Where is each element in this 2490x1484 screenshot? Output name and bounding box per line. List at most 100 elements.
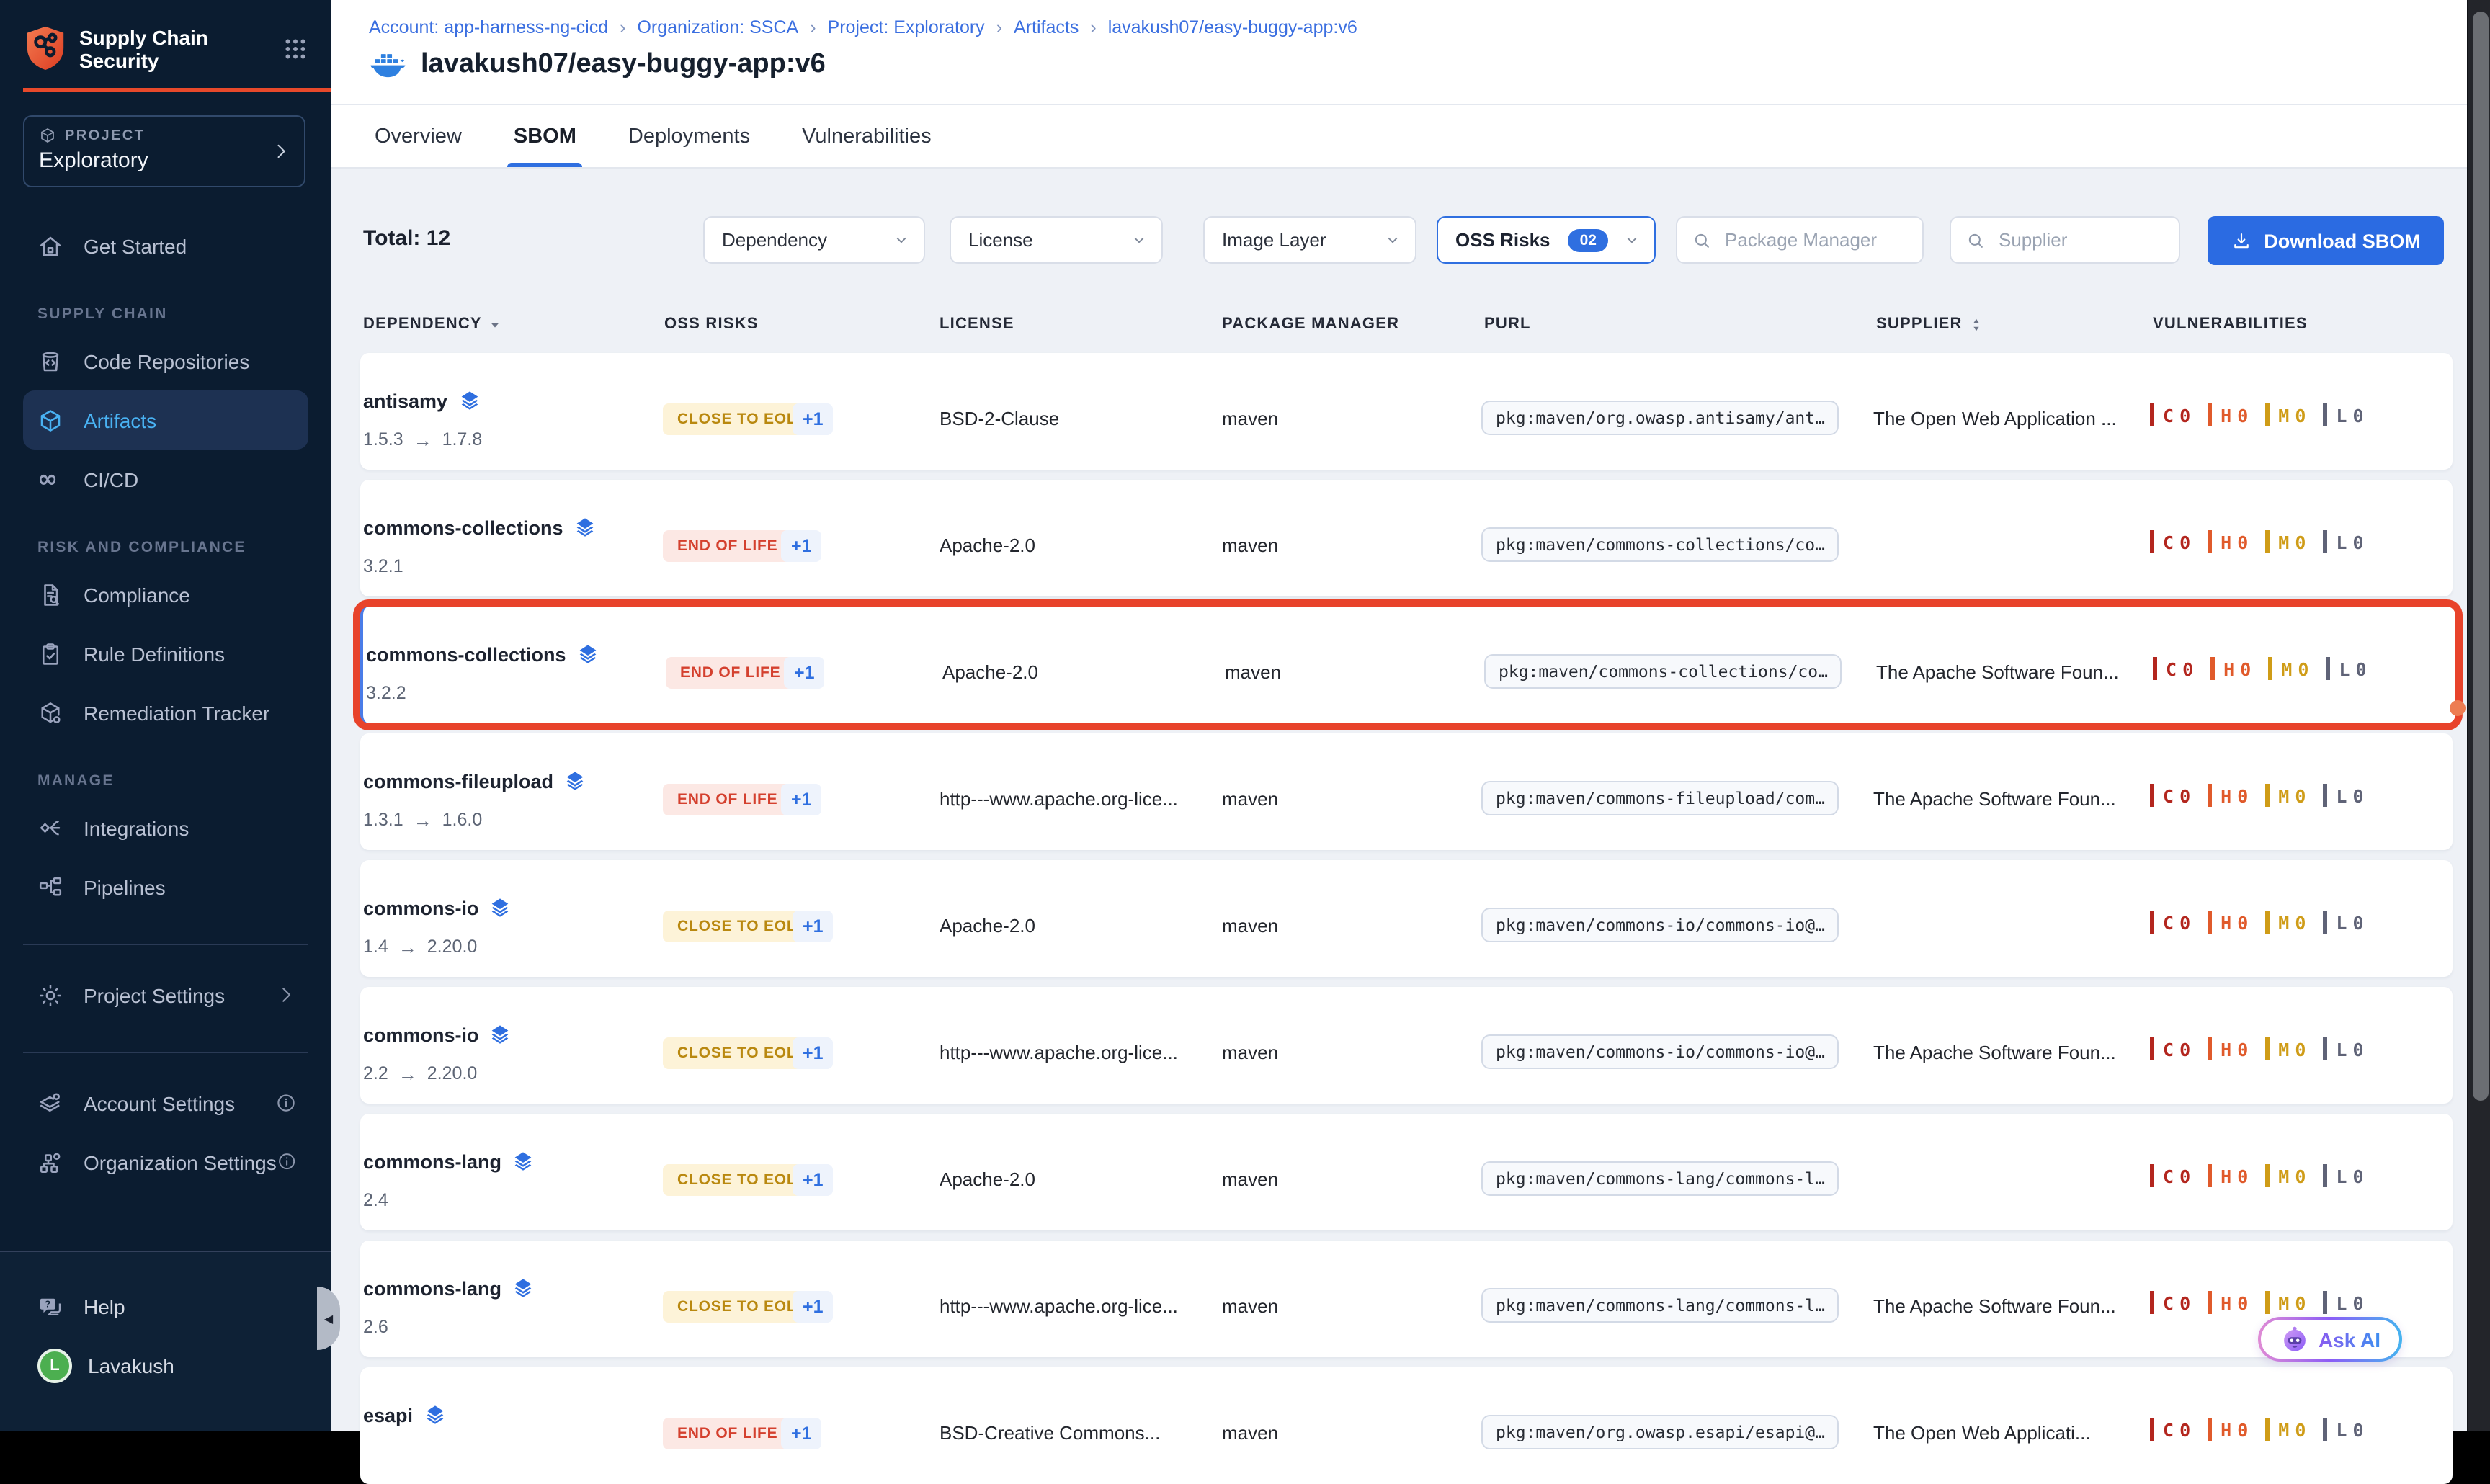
purl-pill[interactable]: pkg:maven/org.owasp.esapi/esapi@…: [1481, 1415, 1839, 1449]
sidebar-item-compliance[interactable]: Compliance: [23, 565, 308, 624]
sidebar-item-label: Artifacts: [84, 408, 297, 432]
purl-pill[interactable]: pkg:maven/org.owasp.antisamy/ant…: [1481, 401, 1839, 435]
table-row-antisamy-0[interactable]: antisamy1.5.3→1.7.8CLOSE TO EOL+1BSD-2-C…: [360, 353, 2453, 470]
oss-risk-badge: CLOSE TO EOL: [663, 403, 811, 435]
breadcrumb-link-1[interactable]: Organization: SSCA: [637, 17, 798, 37]
oss-risk-extra-badge[interactable]: +1: [793, 1164, 834, 1196]
breadcrumb-link-2[interactable]: Project: Exploratory: [828, 17, 985, 37]
sidebar-item-account-settings[interactable]: Account Settings: [23, 1073, 308, 1132]
sidebar-item-remediation-tracker[interactable]: Remediation Tracker: [23, 683, 308, 742]
table-row-commons-lang-7[interactable]: commons-lang2.6CLOSE TO EOL+1http---www.…: [360, 1241, 2453, 1357]
sidebar-divider: [23, 1052, 308, 1053]
vulnerability-counts: C0H0M0L0: [2150, 530, 2364, 553]
license-cell: http---www.apache.org-lice...: [940, 1294, 1178, 1320]
user-name: Lavakush: [88, 1354, 174, 1377]
table-row-commons-fileupload-3[interactable]: commons-fileupload1.3.1→1.6.0END OF LIFE…: [360, 733, 2453, 850]
severity-medium-count: M0: [2265, 784, 2306, 807]
oss-risk-extra-badge[interactable]: +1: [781, 1418, 822, 1449]
infinity-icon: ∞: [37, 466, 63, 492]
breadcrumb-link-4[interactable]: lavakush07/easy-buggy-app:v6: [1108, 17, 1357, 37]
sidebar-item-help[interactable]: ? Help: [23, 1277, 308, 1336]
purl-pill[interactable]: pkg:maven/commons-collections/co…: [1481, 527, 1839, 562]
tab-vulnerabilities[interactable]: Vulnerabilities: [802, 105, 931, 167]
package-manager-cell: maven: [1222, 787, 1278, 813]
brand-accent-rule: [23, 88, 331, 92]
severity-low-count: L0: [2323, 1037, 2363, 1060]
oss-risk-extra-badge[interactable]: +1: [793, 403, 834, 435]
sidebar-item-ci-cd[interactable]: ∞ CI/CD: [23, 450, 308, 509]
table-row-esapi-8[interactable]: esapiEND OF LIFE+1BSD-Creative Commons..…: [360, 1367, 2453, 1484]
severity-medium-count: M0: [2265, 530, 2306, 553]
severity-low-count: L0: [2323, 1291, 2363, 1314]
tab-deployments[interactable]: Deployments: [628, 105, 750, 167]
page-header: Account: app-harness-ng-cicd›Organizatio…: [331, 0, 2467, 105]
oss-risk-extra-badge[interactable]: +1: [781, 784, 822, 815]
sidebar-item-label: Organization Settings: [84, 1150, 277, 1174]
user-avatar: L: [37, 1348, 72, 1382]
purl-pill[interactable]: pkg:maven/commons-lang/commons-l…: [1481, 1288, 1839, 1323]
severity-low-count: L0: [2323, 911, 2363, 934]
table-row-commons-collections-1[interactable]: commons-collections3.2.1END OF LIFE+1Apa…: [360, 480, 2453, 596]
oss-risk-extra-badge[interactable]: +1: [784, 657, 825, 689]
breadcrumb-link-0[interactable]: Account: app-harness-ng-cicd: [369, 17, 608, 37]
sidebar-item-pipelines[interactable]: Pipelines: [23, 857, 308, 916]
vulnerability-counts: C0H0M0L0: [2150, 1164, 2364, 1187]
oss-risk-extra-badge[interactable]: +1: [793, 1291, 834, 1323]
oss-risk-extra-badge[interactable]: +1: [781, 530, 822, 562]
image-layer-filter-select[interactable]: Image Layer: [1203, 216, 1416, 264]
column-dependency[interactable]: DEPENDENCY: [363, 316, 504, 333]
package-manager-search-input[interactable]: [1722, 228, 1908, 252]
severity-bar: [2208, 530, 2212, 553]
layers-icon: [423, 1403, 446, 1426]
sidebar-item-code-repositories[interactable]: Code Repositories: [23, 331, 308, 390]
oss-risks-filter-select[interactable]: OSS Risks 02: [1437, 216, 1656, 264]
dependency-name: commons-io: [363, 1022, 512, 1047]
sort-desc-icon: [488, 316, 504, 332]
license-cell: Apache-2.0: [940, 533, 1035, 559]
column-supplier[interactable]: SUPPLIER: [1876, 316, 1984, 333]
purl-pill[interactable]: pkg:maven/commons-collections/co…: [1484, 654, 1842, 689]
sidebar-item-organization-settings[interactable]: Organization Settings: [23, 1132, 308, 1192]
table-row-commons-io-4[interactable]: commons-io1.4→2.20.0CLOSE TO EOL+1Apache…: [360, 860, 2453, 977]
dependency-name: commons-collections: [366, 641, 599, 667]
sidebar-section-supply-chain: SUPPLY CHAIN: [37, 297, 308, 331]
table-row-commons-io-5[interactable]: commons-io2.2→2.20.0CLOSE TO EOL+1http--…: [360, 987, 2453, 1104]
severity-bar: [2268, 657, 2272, 680]
dependency-filter-select[interactable]: Dependency: [703, 216, 925, 264]
column-purl: PURL: [1484, 316, 1531, 333]
breadcrumb-link-3[interactable]: Artifacts: [1014, 17, 1079, 37]
license-cell: http---www.apache.org-lice...: [940, 1040, 1178, 1066]
sidebar-item-get-started[interactable]: Get Started: [23, 216, 308, 275]
severity-bar: [2208, 911, 2212, 934]
license-filter-select[interactable]: License: [950, 216, 1163, 264]
module-switcher-icon[interactable]: [282, 35, 308, 61]
purl-pill[interactable]: pkg:maven/commons-io/commons-io@…: [1481, 1034, 1839, 1069]
sidebar-item-label: CI/CD: [84, 468, 297, 491]
scrollbar-thumb[interactable]: [2472, 12, 2488, 1101]
sidebar-item-rule-definitions[interactable]: Rule Definitions: [23, 624, 308, 683]
download-sbom-button[interactable]: Download SBOM: [2208, 216, 2444, 265]
page-scrollbar[interactable]: [2467, 0, 2490, 1431]
purl-pill[interactable]: pkg:maven/commons-io/commons-io@…: [1481, 908, 1839, 942]
ask-ai-button[interactable]: Ask AI: [2258, 1317, 2402, 1362]
severity-critical-count: C0: [2150, 1418, 2190, 1441]
oss-risk-extra-badge[interactable]: +1: [793, 1037, 834, 1069]
user-menu[interactable]: L Lavakush: [23, 1336, 308, 1395]
sidebar-item-artifacts[interactable]: Artifacts: [23, 390, 308, 450]
table-row-commons-collections-2[interactable]: commons-collections3.2.2END OF LIFE+1Apa…: [360, 607, 2455, 723]
table-row-commons-lang-6[interactable]: commons-lang2.4CLOSE TO EOL+1Apache-2.0m…: [360, 1114, 2453, 1230]
severity-bar: [2323, 911, 2327, 934]
dependency-name: commons-lang: [363, 1275, 535, 1301]
project-selector[interactable]: PROJECT Exploratory: [23, 115, 305, 187]
chevron-down-icon: [1383, 231, 1402, 249]
purl-pill[interactable]: pkg:maven/commons-fileupload/com…: [1481, 781, 1839, 815]
severity-medium-count: M0: [2265, 403, 2306, 426]
sidebar-item-project-settings[interactable]: Project Settings: [23, 965, 308, 1024]
sidebar-item-integrations[interactable]: Integrations: [23, 798, 308, 857]
oss-risk-extra-badge[interactable]: +1: [793, 911, 834, 942]
cursor-indicator-dot: [2450, 700, 2466, 716]
tab-sbom[interactable]: SBOM: [514, 105, 576, 167]
supplier-search-input[interactable]: [1996, 228, 2164, 252]
purl-pill[interactable]: pkg:maven/commons-lang/commons-l…: [1481, 1161, 1839, 1196]
tab-overview[interactable]: Overview: [375, 105, 462, 167]
